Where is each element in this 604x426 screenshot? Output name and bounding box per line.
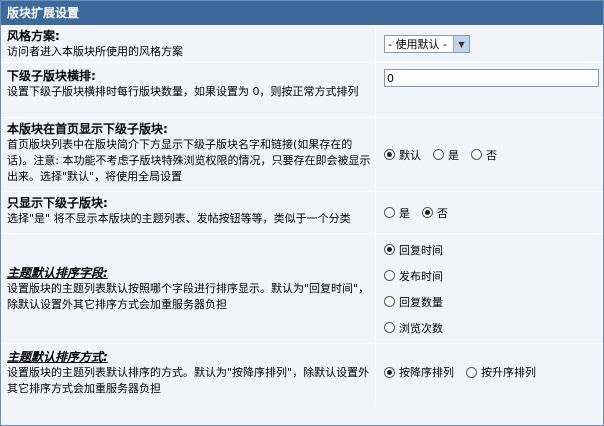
show-sub-on-home-control-cell: 默认 是 否: [376, 118, 603, 191]
style-scheme-control-cell: - 使用默认 - ▼: [376, 26, 603, 62]
radio-default[interactable]: [384, 149, 395, 160]
style-scheme-select-value: - 使用默认 -: [388, 38, 447, 51]
option-label: 回复数量: [399, 295, 443, 309]
style-scheme-title: 风格方案:: [7, 29, 60, 43]
option-label: 是: [448, 148, 459, 162]
radio-no[interactable]: [471, 149, 482, 160]
option-label: 默认: [399, 148, 421, 162]
radio-reply-count[interactable]: [384, 296, 395, 307]
radio-yes[interactable]: [384, 207, 395, 218]
style-scheme-label-cell: 风格方案: 访问者进入本版块所使用的风格方案: [1, 26, 376, 62]
radio-descending[interactable]: [384, 366, 395, 378]
show-sub-on-home-option-yes[interactable]: 是: [433, 147, 459, 163]
sort-field-option-view-count[interactable]: 浏览次数: [384, 315, 443, 341]
default-sort-field-control-cell: 回复时间 发布时间 回复数量 浏览次数: [376, 234, 603, 343]
only-show-sub-title: 只显示下级子版块:: [7, 196, 108, 210]
sub-forum-columns-label-cell: 下级子版块横排: 设置下级子版块横排时每行版块数量，如果设置为 0，则按正常方式…: [1, 63, 376, 117]
sort-field-option-reply-count[interactable]: 回复数量: [384, 289, 443, 315]
default-sort-order-label-cell: 主题默认排序方式: 设置版块的主题列表默认排序的方式。默认为"按降序排列"，除默…: [1, 344, 376, 404]
option-label: 否: [437, 206, 448, 220]
option-label: 是: [399, 206, 410, 220]
radio-yes[interactable]: [433, 149, 444, 160]
sub-forum-columns-control-cell: [376, 63, 603, 117]
default-sort-order-control-cell: 按降序排列 按升序排列: [376, 344, 603, 404]
panel-header: 版块扩展设置: [1, 1, 603, 26]
default-sort-field-desc: 设置版块的主题列表默认按照哪个字段进行排序显示。默认为"回复时间"，除默认设置外…: [7, 282, 370, 311]
sub-forum-columns-input[interactable]: [384, 69, 599, 87]
sort-order-option-asc[interactable]: 按升序排列: [466, 364, 536, 380]
row-default-sort-field: 主题默认排序字段: 设置版块的主题列表默认按照哪个字段进行排序显示。默认为"回复…: [1, 234, 603, 344]
row-show-sub-on-home: 本版块在首页显示下级子版块: 首页版块列表中在版块简介下方显示下级子版块名字和链…: [1, 118, 603, 192]
option-label: 回复时间: [399, 243, 443, 257]
style-scheme-desc: 访问者进入本版块所使用的风格方案: [7, 45, 183, 58]
radio-ascending[interactable]: [466, 366, 477, 378]
default-sort-field-title: 主题默认排序字段:: [7, 266, 108, 280]
option-label: 按升序排列: [481, 366, 536, 379]
sort-order-option-desc[interactable]: 按降序排列: [384, 364, 454, 380]
show-sub-on-home-title: 本版块在首页显示下级子版块:: [7, 122, 168, 136]
option-label: 按降序排列: [399, 366, 454, 379]
show-sub-on-home-label-cell: 本版块在首页显示下级子版块: 首页版块列表中在版块简介下方显示下级子版块名字和链…: [1, 118, 376, 191]
show-sub-on-home-option-no[interactable]: 否: [471, 147, 497, 163]
only-show-sub-option-no[interactable]: 否: [422, 205, 448, 221]
show-sub-on-home-option-default[interactable]: 默认: [384, 147, 421, 163]
sub-forum-columns-desc: 设置下级子版块横排时每行版块数量，如果设置为 0，则按正常方式排列: [7, 85, 359, 98]
default-sort-order-title: 主题默认排序方式:: [7, 350, 108, 364]
radio-post-time[interactable]: [384, 270, 395, 281]
only-show-sub-option-yes[interactable]: 是: [384, 205, 410, 221]
radio-no[interactable]: [422, 207, 433, 218]
default-sort-field-label-cell: 主题默认排序字段: 设置版块的主题列表默认按照哪个字段进行排序显示。默认为"回复…: [1, 234, 376, 343]
radio-reply-time[interactable]: [384, 244, 395, 255]
only-show-sub-control-cell: 是 否: [376, 192, 603, 233]
row-sub-forum-columns: 下级子版块横排: 设置下级子版块横排时每行版块数量，如果设置为 0，则按正常方式…: [1, 63, 603, 118]
default-sort-order-desc: 设置版块的主题列表默认排序的方式。默认为"按降序排列"，除默认设置外其它排序方式…: [7, 366, 370, 395]
only-show-sub-desc: 选择"是" 将不显示本版块的主题列表、发帖按钮等等，类似于一个分类: [7, 212, 351, 225]
sort-field-option-post-time[interactable]: 发布时间: [384, 263, 443, 289]
show-sub-on-home-desc: 首页版块列表中在版块简介下方显示下级子版块名字和链接(如果存在的话)。注意: 本…: [7, 138, 371, 183]
option-label: 浏览次数: [399, 321, 443, 335]
row-default-sort-order: 主题默认排序方式: 设置版块的主题列表默认排序的方式。默认为"按降序排列"，除默…: [1, 344, 603, 404]
sub-forum-columns-title: 下级子版块横排:: [7, 69, 96, 83]
chevron-down-icon[interactable]: ▼: [452, 36, 469, 52]
style-scheme-select[interactable]: - 使用默认 - ▼: [384, 35, 470, 53]
option-label: 发布时间: [399, 269, 443, 283]
row-only-show-sub: 只显示下级子版块: 选择"是" 将不显示本版块的主题列表、发帖按钮等等，类似于一…: [1, 192, 603, 234]
option-label: 否: [486, 148, 497, 162]
radio-view-count[interactable]: [384, 322, 395, 333]
sort-field-option-reply-time[interactable]: 回复时间: [384, 237, 443, 263]
settings-panel: 版块扩展设置 风格方案: 访问者进入本版块所使用的风格方案 - 使用默认 - ▼…: [0, 0, 604, 426]
row-style-scheme: 风格方案: 访问者进入本版块所使用的风格方案 - 使用默认 - ▼: [1, 26, 603, 63]
only-show-sub-label-cell: 只显示下级子版块: 选择"是" 将不显示本版块的主题列表、发帖按钮等等，类似于一…: [1, 192, 376, 233]
